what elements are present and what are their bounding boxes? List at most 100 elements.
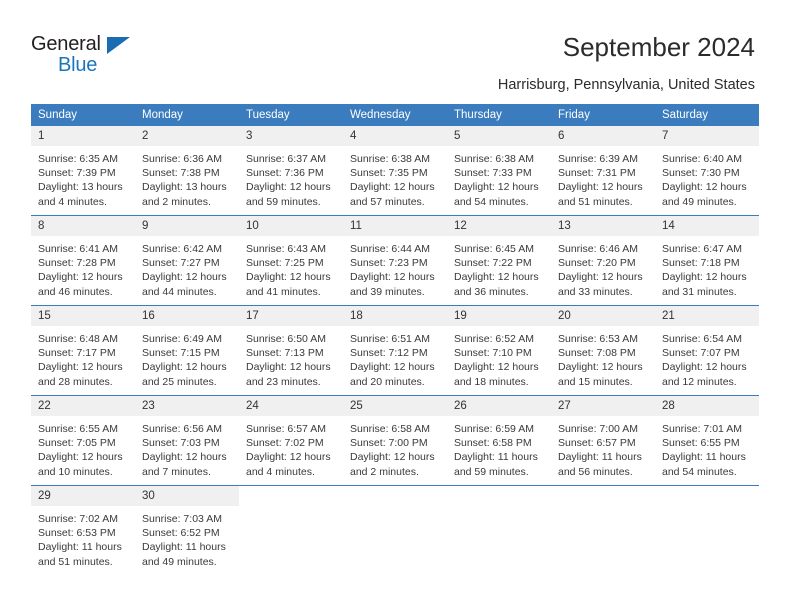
sunset-line: Sunset: 6:52 PM [142, 527, 220, 540]
sunrise-line: Sunrise: 6:37 AM [246, 153, 326, 165]
day-cell-inner: 13 Sunrise: 6:46 AM Sunset: 7:20 PM Dayligh… [551, 216, 655, 305]
day-details: Sunrise: 7:01 AM Sunset: 6:55 PM Daylight:… [655, 416, 759, 479]
calendar-day-cell[interactable]: 8 Sunrise: 6:41 AM Sunset: 7:28 PM Daylight… [31, 215, 135, 306]
calendar-day-cell[interactable]: 24 Sunrise: 6:57 AM Sunset: 7:02 PM Dayligh… [239, 395, 343, 486]
day-details: Sunrise: 6:47 AM Sunset: 7:18 PM Daylight:… [655, 236, 759, 299]
daylight-line-2: and 2 minutes. [142, 195, 211, 208]
sunrise-line: Sunrise: 6:47 AM [662, 243, 742, 255]
daylight-line-2: and 39 minutes. [350, 285, 425, 298]
daylight-line-2: and 31 minutes. [662, 285, 737, 298]
sunset-line: Sunset: 7:20 PM [558, 257, 636, 270]
sunrise-line: Sunrise: 7:01 AM [662, 423, 742, 435]
calendar-day-cell-empty [551, 485, 655, 575]
day-number [655, 486, 759, 506]
calendar-day-cell[interactable]: 2 Sunrise: 6:36 AM Sunset: 7:38 PM Daylight… [135, 126, 239, 216]
day-details: Sunrise: 6:45 AM Sunset: 7:22 PM Daylight:… [447, 236, 551, 299]
calendar-day-cell[interactable]: 25 Sunrise: 6:58 AM Sunset: 7:00 PM Dayligh… [343, 395, 447, 486]
daylight-line-2: and 25 minutes. [142, 375, 217, 388]
sunrise-line: Sunrise: 6:50 AM [246, 333, 326, 345]
day-number: 26 [447, 396, 551, 416]
calendar-day-cell-empty [447, 485, 551, 575]
sunrise-line: Sunrise: 6:56 AM [142, 423, 222, 435]
day-number: 15 [31, 306, 135, 326]
day-cell-inner: 28 Sunrise: 7:01 AM Sunset: 6:55 PM Dayligh… [655, 396, 759, 485]
daylight-line-1: Daylight: 12 hours [38, 361, 123, 374]
sunset-line: Sunset: 7:30 PM [662, 167, 740, 180]
day-number [343, 486, 447, 506]
day-number: 5 [447, 126, 551, 146]
calendar-day-cell[interactable]: 19 Sunrise: 6:52 AM Sunset: 7:10 PM Dayligh… [447, 305, 551, 396]
sunset-line: Sunset: 6:55 PM [662, 437, 740, 450]
calendar-day-cell[interactable]: 21 Sunrise: 6:54 AM Sunset: 7:07 PM Dayligh… [655, 305, 759, 396]
day-number: 14 [655, 216, 759, 236]
day-number: 4 [343, 126, 447, 146]
page-header: General Blue September 2024 Harrisburg, … [0, 0, 792, 100]
day-number: 30 [135, 486, 239, 506]
daylight-line-2: and 33 minutes. [558, 285, 633, 298]
daylight-line-1: Daylight: 12 hours [246, 451, 331, 464]
day-cell-inner [239, 486, 343, 575]
day-number [551, 486, 655, 506]
sunrise-line: Sunrise: 6:39 AM [558, 153, 638, 165]
day-cell-inner: 15 Sunrise: 6:48 AM Sunset: 7:17 PM Dayligh… [31, 306, 135, 395]
calendar-day-cell[interactable]: 28 Sunrise: 7:01 AM Sunset: 6:55 PM Dayligh… [655, 395, 759, 486]
day-details [447, 506, 551, 512]
day-details: Sunrise: 6:37 AM Sunset: 7:36 PM Daylight:… [239, 146, 343, 209]
calendar-day-cell[interactable]: 15 Sunrise: 6:48 AM Sunset: 7:17 PM Dayligh… [31, 305, 135, 396]
calendar-day-cell[interactable]: 23 Sunrise: 6:56 AM Sunset: 7:03 PM Dayligh… [135, 395, 239, 486]
sunrise-line: Sunrise: 6:44 AM [350, 243, 430, 255]
calendar-day-cell[interactable]: 5 Sunrise: 6:38 AM Sunset: 7:33 PM Daylight… [447, 126, 551, 216]
day-details [343, 506, 447, 512]
calendar-day-cell[interactable]: 4 Sunrise: 6:38 AM Sunset: 7:35 PM Daylight… [343, 126, 447, 216]
calendar-day-cell[interactable]: 20 Sunrise: 6:53 AM Sunset: 7:08 PM Dayligh… [551, 305, 655, 396]
calendar-day-cell[interactable]: 29 Sunrise: 7:02 AM Sunset: 6:53 PM Dayligh… [31, 485, 135, 575]
calendar-day-cell[interactable]: 13 Sunrise: 6:46 AM Sunset: 7:20 PM Dayligh… [551, 215, 655, 306]
calendar-day-cell[interactable]: 26 Sunrise: 6:59 AM Sunset: 6:58 PM Dayligh… [447, 395, 551, 486]
day-number: 11 [343, 216, 447, 236]
brand-logo[interactable]: General Blue [31, 33, 161, 79]
calendar-day-cell[interactable]: 16 Sunrise: 6:49 AM Sunset: 7:15 PM Dayligh… [135, 305, 239, 396]
calendar-day-cell[interactable]: 17 Sunrise: 6:50 AM Sunset: 7:13 PM Dayligh… [239, 305, 343, 396]
calendar-day-cell[interactable]: 27 Sunrise: 7:00 AM Sunset: 6:57 PM Dayligh… [551, 395, 655, 486]
day-cell-inner: 12 Sunrise: 6:45 AM Sunset: 7:22 PM Dayligh… [447, 216, 551, 305]
calendar-day-cell[interactable]: 1 Sunrise: 6:35 AM Sunset: 7:39 PM Daylight… [31, 126, 135, 216]
weekday-header-tuesday: Tuesday [239, 104, 343, 126]
sunset-line: Sunset: 7:23 PM [350, 257, 428, 270]
day-cell-inner [655, 486, 759, 575]
weekday-header-sunday: Sunday [31, 104, 135, 126]
day-details: Sunrise: 6:50 AM Sunset: 7:13 PM Daylight:… [239, 326, 343, 389]
sunset-line: Sunset: 7:08 PM [558, 347, 636, 360]
daylight-line-1: Daylight: 12 hours [350, 181, 435, 194]
daylight-line-1: Daylight: 12 hours [662, 181, 747, 194]
calendar-day-cell[interactable]: 18 Sunrise: 6:51 AM Sunset: 7:12 PM Dayligh… [343, 305, 447, 396]
calendar-day-cell[interactable]: 6 Sunrise: 6:39 AM Sunset: 7:31 PM Daylight… [551, 126, 655, 216]
calendar-day-cell[interactable]: 30 Sunrise: 7:03 AM Sunset: 6:52 PM Dayligh… [135, 485, 239, 575]
calendar-day-cell[interactable]: 14 Sunrise: 6:47 AM Sunset: 7:18 PM Dayligh… [655, 215, 759, 306]
daylight-line-1: Daylight: 13 hours [38, 181, 123, 194]
daylight-line-2: and 23 minutes. [246, 375, 321, 388]
weekday-header-wednesday: Wednesday [343, 104, 447, 126]
calendar-day-cell[interactable]: 10 Sunrise: 6:43 AM Sunset: 7:25 PM Dayligh… [239, 215, 343, 306]
daylight-line-2: and 57 minutes. [350, 195, 425, 208]
calendar-day-cell[interactable]: 12 Sunrise: 6:45 AM Sunset: 7:22 PM Dayligh… [447, 215, 551, 306]
sunset-line: Sunset: 7:33 PM [454, 167, 532, 180]
sunset-line: Sunset: 7:31 PM [558, 167, 636, 180]
sunrise-line: Sunrise: 7:02 AM [38, 513, 118, 525]
calendar-day-cell[interactable]: 22 Sunrise: 6:55 AM Sunset: 7:05 PM Dayligh… [31, 395, 135, 486]
calendar-day-cell[interactable]: 9 Sunrise: 6:42 AM Sunset: 7:27 PM Daylight… [135, 215, 239, 306]
calendar-day-cell[interactable]: 7 Sunrise: 6:40 AM Sunset: 7:30 PM Daylight… [655, 126, 759, 216]
daylight-line-1: Daylight: 12 hours [454, 361, 539, 374]
calendar-day-cell[interactable]: 3 Sunrise: 6:37 AM Sunset: 7:36 PM Daylight… [239, 126, 343, 216]
day-number: 21 [655, 306, 759, 326]
daylight-line-2: and 36 minutes. [454, 285, 529, 298]
daylight-line-1: Daylight: 12 hours [454, 181, 539, 194]
daylight-line-2: and 10 minutes. [38, 465, 113, 478]
day-details: Sunrise: 6:35 AM Sunset: 7:39 PM Daylight:… [31, 146, 135, 209]
calendar-day-cell[interactable]: 11 Sunrise: 6:44 AM Sunset: 7:23 PM Dayligh… [343, 215, 447, 306]
day-number: 19 [447, 306, 551, 326]
day-details: Sunrise: 6:46 AM Sunset: 7:20 PM Daylight:… [551, 236, 655, 299]
day-cell-inner: 22 Sunrise: 6:55 AM Sunset: 7:05 PM Dayligh… [31, 396, 135, 485]
daylight-line-2: and 4 minutes. [246, 465, 315, 478]
daylight-line-1: Daylight: 12 hours [142, 451, 227, 464]
day-cell-inner: 10 Sunrise: 6:43 AM Sunset: 7:25 PM Dayligh… [239, 216, 343, 305]
